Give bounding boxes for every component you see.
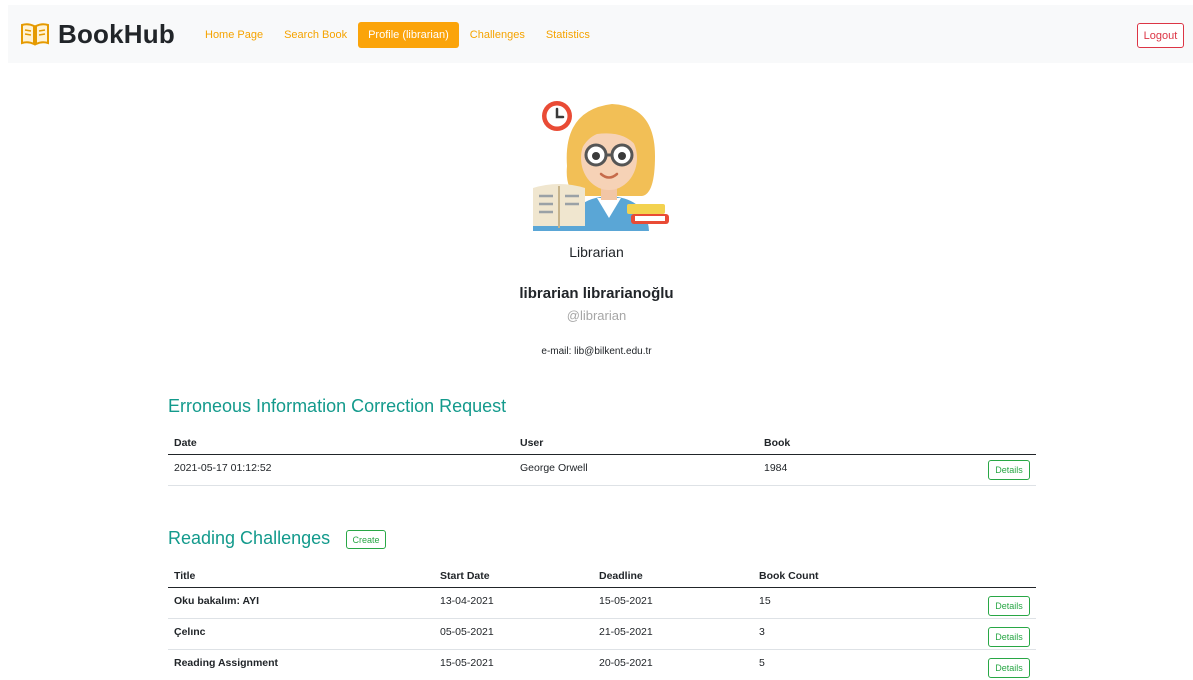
brand-name: BookHub: [58, 18, 175, 49]
nav-profile[interactable]: Profile (librarian): [358, 22, 459, 48]
corrections-title: Erroneous Information Correction Request: [168, 396, 507, 416]
column-header-book: Book: [764, 437, 791, 449]
cell-title: Reading Assignment: [174, 657, 279, 669]
details-button[interactable]: Details: [988, 596, 1030, 616]
librarian-avatar: [533, 101, 669, 231]
table-header: Title Start Date Deadline Book Count: [168, 566, 1036, 588]
cell-start-date: 05-05-2021: [440, 626, 494, 638]
cell-title: Oku bakalım: AYI: [174, 595, 260, 607]
table-row: 2021-05-17 01:12:52 George Orwell 1984 D…: [168, 455, 1036, 486]
cell-book-count: 5: [759, 657, 765, 669]
corrections-table: Date User Book 2021-05-17 01:12:52 Georg…: [168, 433, 1036, 486]
cell-book-count: 15: [759, 595, 771, 607]
column-header-date: Date: [174, 437, 197, 449]
column-header-title: Title: [174, 570, 196, 582]
table-row: Çelınc 05-05-2021 21-05-2021 3 Details: [168, 619, 1036, 650]
nav-statistics[interactable]: Statistics: [536, 22, 600, 48]
nav-links: Home Page Search Book Profile (librarian…: [195, 22, 601, 48]
table-row: Reading Assignment 15-05-2021 20-05-2021…: [168, 650, 1036, 680]
table-header: Date User Book: [168, 433, 1036, 455]
profile-full-name: librarian librarianoğlu: [519, 285, 674, 302]
create-challenge-button[interactable]: Create: [346, 530, 386, 549]
cell-date: 2021-05-17 01:12:52: [174, 462, 272, 474]
profile-username: @librarian: [566, 308, 627, 323]
challenges-title: Reading Challenges: [168, 528, 331, 548]
cell-title: Çelınc: [174, 626, 206, 638]
profile-role: Librarian: [569, 244, 624, 260]
cell-book: 1984: [764, 462, 788, 474]
cell-user: George Orwell: [520, 462, 588, 474]
column-header-deadline: Deadline: [599, 570, 643, 582]
table-row: Oku bakalım: AYI 13-04-2021 15-05-2021 1…: [168, 588, 1036, 619]
nav-search-book[interactable]: Search Book: [274, 22, 357, 48]
column-header-user: User: [520, 437, 544, 449]
navbar: BookHub Home Page Search Book Profile (l…: [8, 5, 1193, 63]
cell-book-count: 3: [759, 626, 765, 638]
cell-deadline: 20-05-2021: [599, 657, 653, 669]
column-header-book-count: Book Count: [759, 570, 819, 582]
open-book-icon: [21, 23, 49, 46]
details-button[interactable]: Details: [988, 627, 1030, 647]
details-button[interactable]: Details: [988, 460, 1030, 480]
column-header-start-date: Start Date: [440, 570, 490, 582]
brand[interactable]: BookHub: [20, 19, 175, 49]
logout-button[interactable]: Logout: [1137, 23, 1184, 48]
details-button[interactable]: Details: [988, 658, 1030, 678]
nav-home[interactable]: Home Page: [195, 22, 273, 48]
nav-challenges[interactable]: Challenges: [460, 22, 535, 48]
challenges-table: Title Start Date Deadline Book Count Oku…: [168, 566, 1036, 680]
cell-deadline: 21-05-2021: [599, 626, 653, 638]
cell-deadline: 15-05-2021: [599, 595, 653, 607]
profile-email: e-mail: lib@bilkent.edu.tr: [541, 346, 652, 357]
cell-start-date: 15-05-2021: [440, 657, 494, 669]
cell-start-date: 13-04-2021: [440, 595, 494, 607]
